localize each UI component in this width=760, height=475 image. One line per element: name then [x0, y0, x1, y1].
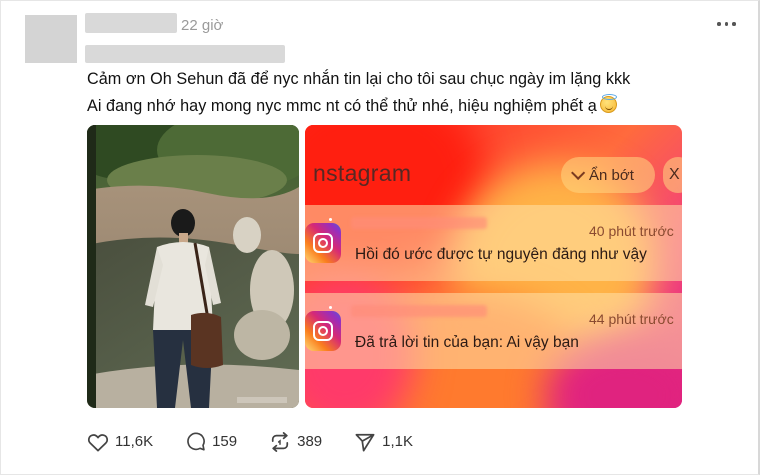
comment-icon [187, 432, 206, 451]
notification-time: 44 phút trước [589, 311, 674, 327]
instagram-icon [305, 311, 341, 351]
heart-icon [87, 433, 109, 451]
man-by-stream-image [87, 125, 299, 408]
instagram-icon-dot [329, 306, 332, 309]
app-title: nstagram [313, 160, 412, 186]
close-button[interactable]: X [663, 157, 682, 193]
halo-smile-emoji-icon [599, 94, 617, 113]
comment-button[interactable]: 159 [185, 431, 237, 452]
post-photo[interactable] [87, 125, 299, 408]
notification-item[interactable]: 40 phút trước Hồi đó ước được tự nguyện … [305, 205, 682, 281]
like-count: 11,6K [115, 433, 154, 450]
close-icon: X [669, 166, 680, 183]
action-bar: 11,6K 159 389 1,1K [87, 431, 445, 452]
post-text-line-2: Ai đang nhớ hay mong nyc mmc nt có thể t… [87, 94, 617, 116]
post-text-line-1: Cảm ơn Oh Sehun đã để nyc nhắn tin lại c… [87, 70, 631, 88]
collapse-button[interactable]: Ẩn bớt [561, 157, 655, 193]
subtitle-redacted [85, 45, 285, 63]
notification-screenshot[interactable]: nstagram Ẩn bớt X 40 phút trước Hồi đó ư… [305, 125, 682, 408]
notification-item[interactable]: 44 phút trước Đã trả lời tin của bạn: Ai… [305, 293, 682, 369]
avatar[interactable] [25, 15, 77, 63]
share-button[interactable]: 1,1K [354, 432, 413, 452]
comment-count: 159 [212, 433, 238, 450]
like-button[interactable]: 11,6K [87, 432, 153, 452]
post-card: 22 giờ Cảm ơn Oh Sehun đã để nyc nhắn ti… [0, 0, 760, 475]
instagram-icon-dot [329, 218, 332, 221]
repost-button[interactable]: 389 [269, 431, 323, 452]
post-time: 22 giờ [181, 17, 224, 34]
share-count: 1,1K [382, 433, 414, 450]
more-options-icon[interactable] [717, 16, 739, 32]
send-icon [355, 433, 375, 451]
notification-message: Đã trả lời tin của bạn: Ai vậy bạn [355, 334, 579, 351]
repost-count: 389 [297, 433, 323, 450]
repost-icon [271, 431, 289, 452]
sender-redacted [351, 217, 487, 229]
notification-time: 40 phút trước [589, 223, 674, 239]
chevron-down-icon [571, 165, 586, 180]
sender-redacted [351, 305, 487, 317]
instagram-icon [305, 223, 341, 263]
collapse-label: Ẩn bớt [589, 166, 634, 184]
notification-message: Hồi đó ước được tự nguyện đăng như vậy [355, 246, 647, 263]
username-redacted[interactable] [85, 13, 177, 33]
